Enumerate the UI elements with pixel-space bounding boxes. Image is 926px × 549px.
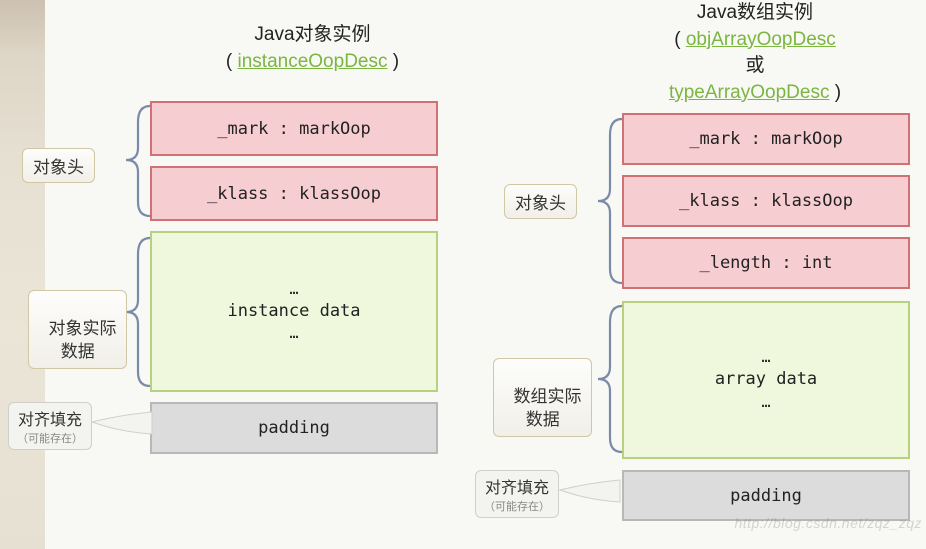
right-length-text: _length : int bbox=[699, 253, 832, 273]
right-title-link2[interactable]: typeArrayOopDesc bbox=[669, 82, 830, 103]
right-title: Java数组实例 ( objArrayOopDesc 或 typeArrayOo… bbox=[605, 0, 905, 106]
right-data-row: … array data … bbox=[622, 301, 910, 459]
side-strip bbox=[0, 0, 45, 549]
left-klass-text: _klass : klassOop bbox=[207, 184, 381, 204]
right-data-content: … array data … bbox=[715, 347, 817, 413]
left-header-brace bbox=[118, 100, 152, 222]
right-padding-row: padding bbox=[622, 470, 910, 521]
left-padding-text: padding bbox=[258, 418, 330, 438]
right-title-text: Java数组实例 bbox=[697, 2, 813, 23]
left-padding-tail bbox=[90, 410, 160, 440]
right-data-brace bbox=[590, 300, 624, 458]
right-data-label: 数组实际 数据 bbox=[493, 358, 592, 437]
right-padding-text: padding bbox=[730, 486, 802, 506]
right-title-or: 或 bbox=[745, 55, 764, 76]
right-data-label-text: 数组实际 数据 bbox=[513, 387, 581, 429]
right-length-row: _length : int bbox=[622, 237, 910, 289]
right-mark-row: _mark : markOop bbox=[622, 113, 910, 165]
left-padding-callout-t2: （可能存在） bbox=[17, 430, 83, 446]
right-mark-text: _mark : markOop bbox=[689, 129, 843, 149]
right-klass-row: _klass : klassOop bbox=[622, 175, 910, 227]
left-data-content: … instance data … bbox=[227, 279, 360, 345]
left-header-label-text: 对象头 bbox=[33, 158, 84, 177]
right-header-label-text: 对象头 bbox=[515, 194, 566, 213]
left-data-mid: instance data bbox=[227, 300, 360, 324]
watermark: http://blog.csdn.net/zqz_zqz bbox=[734, 515, 922, 531]
left-title-text: Java对象实例 bbox=[254, 24, 370, 45]
left-padding-row: padding bbox=[150, 402, 438, 454]
right-data-mid: array data bbox=[715, 368, 817, 392]
left-data-row: … instance data … bbox=[150, 231, 438, 392]
right-padding-callout-t1: 对齐填充 bbox=[484, 474, 550, 498]
left-padding-callout: 对齐填充 （可能存在） bbox=[8, 402, 92, 450]
left-mark-text: _mark : markOop bbox=[217, 119, 371, 139]
right-header-label: 对象头 bbox=[504, 184, 577, 219]
left-header-label: 对象头 bbox=[22, 148, 95, 183]
left-title: Java对象实例 ( instanceOopDesc ) bbox=[185, 22, 440, 75]
right-title-link1[interactable]: objArrayOopDesc bbox=[686, 29, 836, 50]
left-title-link[interactable]: instanceOopDesc bbox=[238, 51, 388, 72]
left-klass-row: _klass : klassOop bbox=[150, 166, 438, 221]
left-padding-callout-t1: 对齐填充 bbox=[17, 406, 83, 430]
right-padding-callout-t2: （可能存在） bbox=[484, 498, 550, 514]
right-klass-text: _klass : klassOop bbox=[679, 191, 853, 211]
right-padding-callout: 对齐填充 （可能存在） bbox=[475, 470, 559, 518]
left-data-label: 对象实际 数据 bbox=[28, 290, 127, 369]
left-mark-row: _mark : markOop bbox=[150, 101, 438, 156]
right-header-brace bbox=[590, 113, 624, 289]
left-data-label-text: 对象实际 数据 bbox=[48, 319, 116, 361]
right-padding-tail bbox=[558, 478, 628, 508]
